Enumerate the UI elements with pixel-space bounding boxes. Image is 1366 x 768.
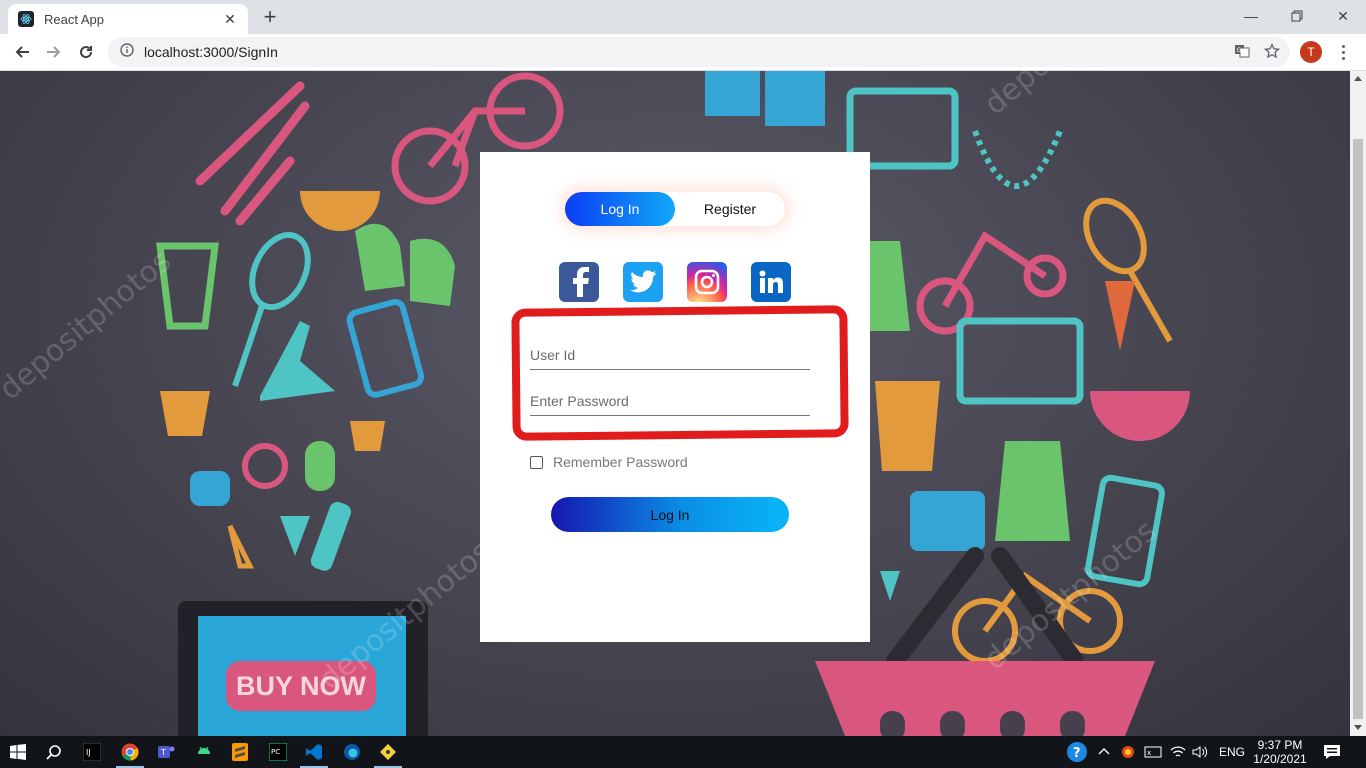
wifi-icon[interactable] (1170, 736, 1186, 768)
svg-text:IJ: IJ (86, 748, 91, 757)
teams-icon[interactable]: T (148, 736, 184, 768)
clock-date: 1/20/2021 (1253, 752, 1307, 766)
reload-button[interactable] (72, 38, 100, 66)
tab-close-icon[interactable]: ✕ (222, 11, 238, 28)
react-icon (18, 11, 34, 27)
tab-strip: React App ✕ + — ✕ (0, 0, 1366, 34)
svg-text:x: x (1147, 749, 1151, 757)
git-extension-icon[interactable] (370, 736, 406, 768)
user-id-input[interactable] (530, 340, 810, 370)
login-submit-button[interactable]: Log In (551, 497, 789, 532)
chrome-icon[interactable] (112, 736, 148, 768)
sublime-text-icon[interactable] (222, 736, 258, 768)
buy-now-banner: BUY NOW (235, 671, 366, 701)
facebook-icon[interactable] (559, 262, 599, 302)
login-card: Log In Register Remember Password Log In (480, 152, 870, 642)
pycharm-icon[interactable]: PC (260, 736, 296, 768)
scrollbar-thumb[interactable] (1353, 139, 1363, 719)
info-icon[interactable] (120, 42, 134, 62)
minimize-button[interactable]: — (1228, 0, 1274, 32)
back-button[interactable] (8, 38, 36, 66)
new-tab-button[interactable]: + (258, 5, 282, 29)
linkedin-icon[interactable] (751, 262, 791, 302)
svg-text:PC: PC (271, 748, 280, 756)
keyboard-tray-icon[interactable]: x (1144, 736, 1162, 768)
browser-tab[interactable]: React App ✕ (8, 4, 248, 34)
restore-button[interactable] (1274, 0, 1320, 32)
svg-text:depos: depos (978, 71, 1070, 122)
scroll-down-icon[interactable] (1354, 725, 1362, 730)
svg-text:?: ? (1073, 746, 1081, 761)
windows-start-icon[interactable] (0, 736, 36, 768)
profile-avatar[interactable]: T (1300, 41, 1322, 63)
bookmark-star-icon[interactable] (1263, 42, 1281, 64)
forward-button[interactable] (40, 38, 68, 66)
translate-icon[interactable]: G (1234, 43, 1250, 64)
remember-password-row[interactable]: Remember Password (530, 454, 688, 470)
login-tab[interactable]: Log In (565, 192, 675, 226)
svg-text:T: T (160, 748, 166, 757)
remember-password-label: Remember Password (553, 454, 688, 470)
tab-title: React App (44, 11, 104, 27)
browser-toolbar: localhost:3000/SignIn G T (0, 34, 1366, 71)
red-annotation-outline (511, 305, 849, 441)
page-viewport: depositphotos depositphotos depositphoto… (0, 71, 1350, 736)
tray-chevron-up-icon[interactable] (1098, 736, 1110, 768)
edge-icon[interactable] (334, 736, 370, 768)
svg-text:G: G (1237, 47, 1242, 54)
auth-toggle: Log In Register (565, 192, 785, 226)
vscode-icon[interactable] (296, 736, 332, 768)
register-tab[interactable]: Register (675, 192, 785, 226)
language-indicator[interactable]: ENG (1219, 736, 1245, 768)
notifications-icon[interactable] (1322, 742, 1342, 762)
app-tray-icon[interactable] (1120, 736, 1136, 768)
android-studio-icon[interactable] (186, 736, 222, 768)
browser-menu-icon[interactable] (1335, 40, 1351, 64)
url-text: localhost:3000/SignIn (144, 44, 278, 60)
instagram-icon[interactable] (687, 262, 727, 302)
intellij-icon[interactable]: IJ (74, 736, 110, 768)
svg-text:depositphotos: depositphotos (0, 244, 178, 408)
clock-time: 9:37 PM (1257, 738, 1303, 752)
help-icon[interactable]: ? (1066, 736, 1088, 768)
windows-taskbar: IJ T PC ? x ENG 9:37 PM 1/20/2021 (0, 736, 1366, 768)
twitter-icon[interactable] (623, 262, 663, 302)
system-clock[interactable]: 9:37 PM 1/20/2021 (1248, 738, 1312, 766)
scroll-up-icon[interactable] (1354, 76, 1362, 81)
volume-icon[interactable] (1192, 736, 1208, 768)
remember-password-checkbox[interactable] (530, 455, 543, 469)
close-window-button[interactable]: ✕ (1320, 0, 1366, 32)
search-icon[interactable] (36, 736, 72, 768)
address-bar[interactable]: localhost:3000/SignIn G (108, 37, 1290, 67)
page-scrollbar[interactable] (1350, 71, 1366, 736)
password-input[interactable] (530, 386, 810, 416)
